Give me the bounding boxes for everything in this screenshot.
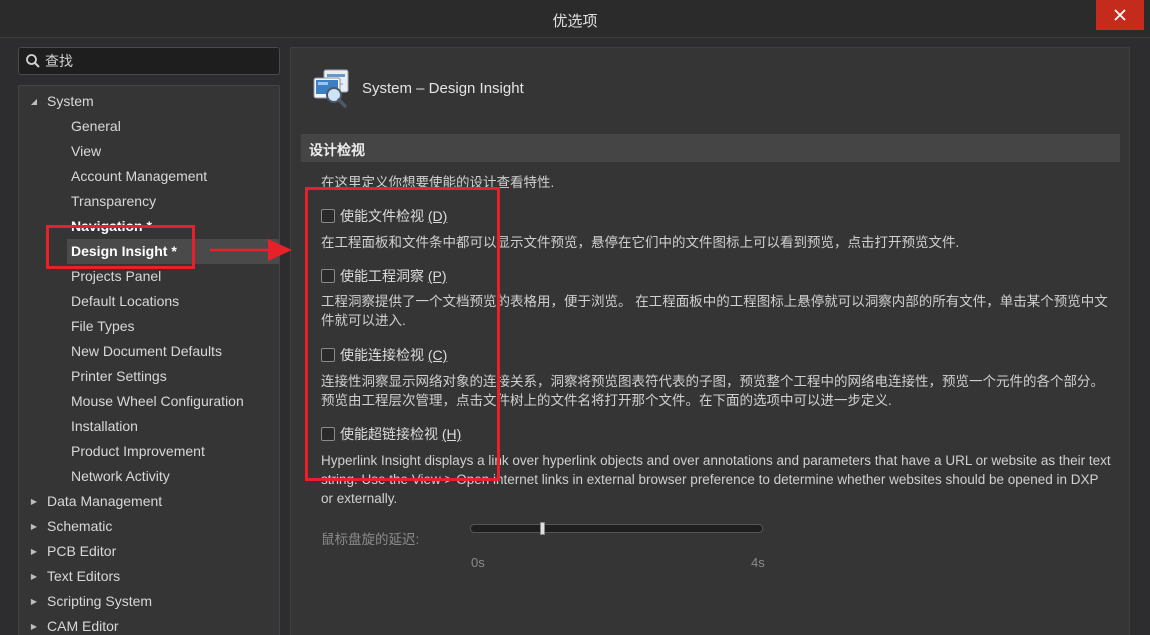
tree-item-default-locations[interactable]: Default Locations — [71, 289, 179, 314]
window-title: 优选项 — [552, 13, 598, 30]
section-title: 设计检视 — [309, 142, 365, 158]
tree-item-cam-editor[interactable]: ▶ CAM Editor — [19, 614, 279, 635]
annotation-arrow-icon — [210, 239, 292, 261]
option-label: 使能超链接检视 (H) — [340, 426, 462, 442]
tree-item-label: Scripting System — [47, 593, 153, 609]
project-insight-checkbox[interactable] — [321, 269, 335, 283]
tree-item-text-editors[interactable]: ▶ Text Editors — [19, 564, 279, 589]
tree-item-pcb-editor[interactable]: ▶ PCB Editor — [19, 539, 279, 564]
option-description: Hyperlink Insight displays a link over h… — [321, 453, 1111, 506]
tree-item-label: Installation — [71, 418, 138, 434]
option-label: 使能文件检视 (D) — [340, 208, 448, 224]
caret-expanded-icon[interactable]: ◢ — [29, 89, 39, 114]
settings-tree: ◢ System General View Account Management… — [18, 85, 280, 635]
tree-item-label: Network Activity — [71, 468, 170, 484]
tree-item-label: General — [71, 118, 121, 134]
slider-thumb[interactable] — [540, 522, 546, 535]
close-icon — [1114, 9, 1126, 21]
tree-item-label: New Document Defaults — [71, 343, 222, 359]
tree-item-projects-panel[interactable]: Projects Panel — [71, 264, 161, 289]
option-label: 使能工程洞察 (P) — [340, 268, 447, 284]
option-file-insight[interactable]: 使能文件检视 (D) — [321, 206, 447, 226]
file-insight-checkbox[interactable] — [321, 209, 335, 223]
option-label: 使能连接检视 (C) — [340, 347, 448, 363]
hover-delay-slider[interactable] — [470, 524, 763, 533]
hover-delay-label: 鼠标盘旋的延迟: — [321, 532, 420, 547]
search-box[interactable]: 查找 — [18, 47, 280, 75]
option-project-insight[interactable]: 使能工程洞察 (P) — [321, 266, 447, 286]
search-input[interactable]: 查找 — [45, 51, 73, 71]
tree-item-data-management[interactable]: ▶ Data Management — [19, 489, 279, 514]
tree-item-label: PCB Editor — [47, 543, 117, 559]
tree-item-general[interactable]: General — [71, 114, 121, 139]
tree-item-account-management[interactable]: Account Management — [71, 164, 207, 189]
tree-item-label: System — [47, 93, 94, 109]
option-description: 工程洞察提供了一个文档预览的表格用，便于浏览。 在工程面板中的工程图标上悬停就可… — [321, 294, 1108, 328]
design-insight-icon — [313, 69, 349, 108]
tree-item-label: Product Improvement — [71, 443, 205, 459]
intro-text: 在这里定义你想要使能的设计查看特性. — [321, 175, 555, 190]
search-icon — [26, 54, 40, 68]
tree-item-label: CAM Editor — [47, 618, 119, 634]
slider-min-label: 0s — [471, 555, 485, 570]
tree-item-mouse-wheel-configuration[interactable]: Mouse Wheel Configuration — [71, 389, 244, 414]
caret-collapsed-icon[interactable]: ▶ — [29, 564, 39, 589]
close-button[interactable] — [1096, 0, 1144, 30]
tree-item-label: Printer Settings — [71, 368, 167, 384]
title-bar: 优选项 — [0, 0, 1150, 38]
caret-collapsed-icon[interactable]: ▶ — [29, 514, 39, 539]
tree-item-network-activity[interactable]: Network Activity — [71, 464, 170, 489]
tree-item-label: Projects Panel — [71, 268, 162, 284]
option-description: 连接性洞察显示网络对象的连接关系，洞察将预览图表符代表的子图，预览整个工程中的网… — [321, 374, 1104, 408]
tree-item-label: Text Editors — [47, 568, 121, 584]
tree-item-label: Default Locations — [71, 293, 180, 309]
tree-item-label: Schematic — [47, 518, 113, 534]
tree-item-installation[interactable]: Installation — [71, 414, 138, 439]
tree-item-scripting-system[interactable]: ▶ Scripting System — [19, 589, 279, 614]
tree-item-label: View — [71, 143, 102, 159]
tree-item-file-types[interactable]: File Types — [71, 314, 135, 339]
tree-item-navigation[interactable]: Navigation * — [71, 214, 152, 239]
tree-item-new-document-defaults[interactable]: New Document Defaults — [71, 339, 222, 364]
tree-item-printer-settings[interactable]: Printer Settings — [71, 364, 167, 389]
caret-collapsed-icon[interactable]: ▶ — [29, 614, 39, 635]
tree-item-label: Navigation * — [71, 218, 152, 234]
tree-item-product-improvement[interactable]: Product Improvement — [71, 439, 205, 464]
page-title: System – Design Insight — [362, 80, 524, 97]
hyperlink-insight-checkbox[interactable] — [321, 427, 335, 441]
option-connectivity-insight[interactable]: 使能连接检视 (C) — [321, 345, 447, 365]
tree-item-label: Account Management — [71, 168, 208, 184]
option-description: 在工程面板和文件条中都可以显示文件预览，悬停在它们中的文件图标上可以看到预览，点… — [321, 235, 960, 250]
tree-item-schematic[interactable]: ▶ Schematic — [19, 514, 279, 539]
slider-max-label: 4s — [751, 555, 765, 570]
tree-item-label: Design Insight * — [71, 243, 177, 259]
tree-item-label: File Types — [71, 318, 135, 334]
tree-item-label: Data Management — [47, 493, 163, 509]
option-hyperlink-insight[interactable]: 使能超链接检视 (H) — [321, 424, 461, 444]
tree-item-label: Mouse Wheel Configuration — [71, 393, 244, 409]
caret-collapsed-icon[interactable]: ▶ — [29, 539, 39, 564]
tree-item-view[interactable]: View — [71, 139, 101, 164]
caret-collapsed-icon[interactable]: ▶ — [29, 489, 39, 514]
tree-item-system[interactable]: ◢ System — [19, 89, 279, 114]
connectivity-insight-checkbox[interactable] — [321, 348, 335, 362]
section-header — [301, 134, 1120, 162]
caret-collapsed-icon[interactable]: ▶ — [29, 589, 39, 614]
tree-item-label: Transparency — [71, 193, 157, 209]
tree-item-transparency[interactable]: Transparency — [71, 189, 156, 214]
